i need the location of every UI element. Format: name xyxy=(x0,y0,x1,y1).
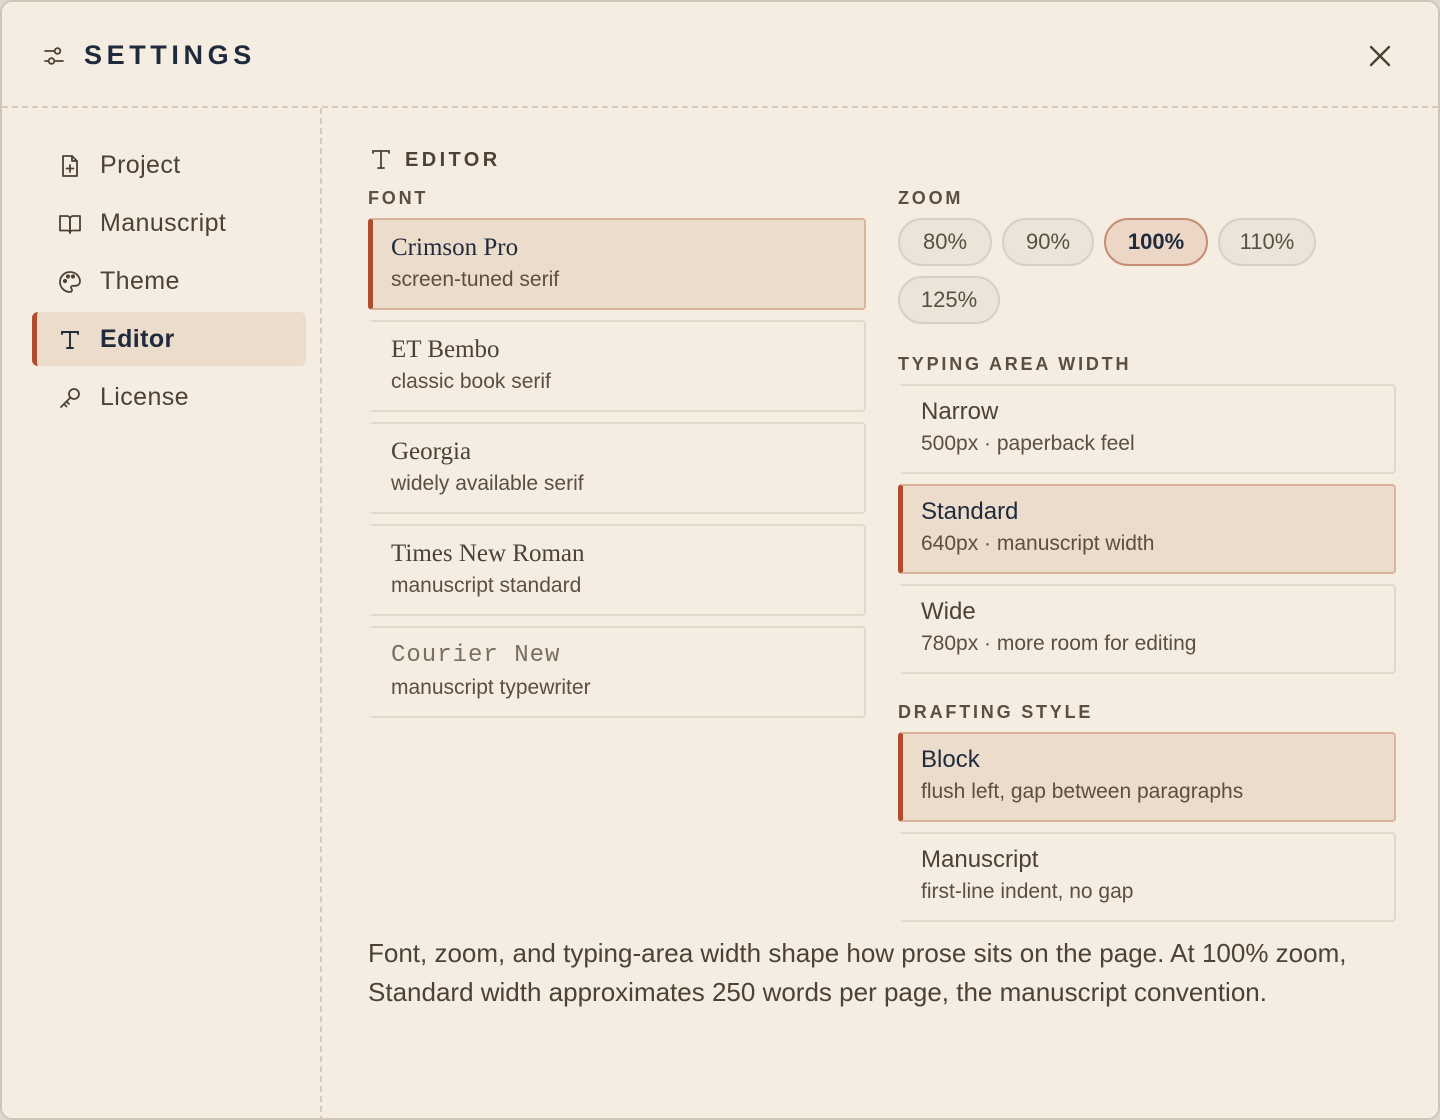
zoom-option-80[interactable]: 80% xyxy=(898,218,992,266)
type-icon xyxy=(372,150,390,169)
sidebar-item-project[interactable]: Project xyxy=(32,138,306,192)
drafting-style-label: DRAFTING STYLE xyxy=(898,702,1094,722)
sidebar-item-label: Manuscript xyxy=(100,209,227,237)
settings-sidebar: Project Manuscript Theme Editor License xyxy=(2,108,322,1118)
zoom-label: ZOOM xyxy=(898,188,964,208)
file-plus-icon xyxy=(62,155,78,177)
font-name: Courier New xyxy=(391,642,561,669)
type-icon xyxy=(61,331,79,349)
sliders-icon xyxy=(44,47,64,65)
drafting-name: Block xyxy=(921,746,980,773)
drafting-description: flush left, gap between paragraphs xyxy=(921,780,1244,803)
key-icon xyxy=(60,388,80,408)
font-option-georgia[interactable]: Georgia widely available serif xyxy=(368,422,866,514)
drafting-name: Manuscript xyxy=(921,846,1039,873)
font-option-crimson-pro[interactable]: Crimson Pro screen-tuned serif xyxy=(368,218,866,310)
typing-width-label: TYPING AREA WIDTH xyxy=(898,354,1132,374)
sidebar-item-label: Project xyxy=(100,151,181,179)
palette-icon xyxy=(59,271,81,293)
font-option-et-bembo[interactable]: ET Bembo classic book serif xyxy=(368,320,866,412)
zoom-option-125[interactable]: 125% xyxy=(898,276,1000,324)
font-label: FONT xyxy=(368,188,429,208)
font-name: Crimson Pro xyxy=(391,234,519,261)
width-name: Narrow xyxy=(921,398,999,425)
width-option-narrow[interactable]: Narrow 500px · paperback feel xyxy=(898,384,1396,474)
sidebar-item-label: Theme xyxy=(100,267,180,295)
close-icon[interactable] xyxy=(1366,42,1394,70)
font-description: manuscript standard xyxy=(391,574,582,597)
book-open-icon xyxy=(59,215,81,234)
width-option-standard[interactable]: Standard 640px · manuscript width xyxy=(898,484,1396,574)
font-name: Times New Roman xyxy=(391,540,585,567)
sidebar-item-label: Editor xyxy=(100,325,175,353)
width-option-wide[interactable]: Wide 780px · more room for editing xyxy=(898,584,1396,674)
width-description: 640px · manuscript width xyxy=(921,532,1155,555)
font-description: screen-tuned serif xyxy=(391,268,560,291)
sidebar-item-manuscript[interactable]: Manuscript xyxy=(32,196,306,250)
font-name: Georgia xyxy=(391,438,472,465)
sidebar-item-license[interactable]: License xyxy=(32,370,306,424)
dialog-title: SETTINGS xyxy=(84,40,256,70)
zoom-option-100[interactable]: 100% xyxy=(1104,218,1208,266)
width-name: Wide xyxy=(921,598,976,625)
font-description: classic book serif xyxy=(391,370,551,393)
zoom-option-90[interactable]: 90% xyxy=(1002,218,1094,266)
width-name: Standard xyxy=(921,498,1019,525)
editor-settings-panel: EDITOR FONT Crimson Pro screen-tuned ser… xyxy=(324,108,1438,1118)
font-description: widely available serif xyxy=(391,472,584,495)
sidebar-item-label: License xyxy=(100,383,189,411)
drafting-option-block[interactable]: Block flush left, gap between paragraphs xyxy=(898,732,1396,822)
font-name: ET Bembo xyxy=(391,336,500,363)
width-description: 500px · paperback feel xyxy=(921,432,1135,455)
width-description: 780px · more room for editing xyxy=(921,632,1197,655)
font-option-courier-new[interactable]: Courier New manuscript typewriter xyxy=(368,626,866,718)
font-description: manuscript typewriter xyxy=(391,676,591,699)
font-option-times-new-roman[interactable]: Times New Roman manuscript standard xyxy=(368,524,866,616)
drafting-option-manuscript[interactable]: Manuscript first-line indent, no gap xyxy=(898,832,1396,922)
sidebar-item-editor[interactable]: Editor xyxy=(32,312,306,366)
help-description: Font, zoom, and typing-area width shape … xyxy=(368,938,1347,1007)
section-title: EDITOR xyxy=(405,149,501,171)
sidebar-item-theme[interactable]: Theme xyxy=(32,254,306,308)
zoom-option-110[interactable]: 110% xyxy=(1218,218,1316,266)
dialog-header: SETTINGS xyxy=(2,2,1438,108)
drafting-description: first-line indent, no gap xyxy=(921,880,1134,903)
settings-dialog: SETTINGS Project Manuscript Theme Editor… xyxy=(0,0,1440,1120)
